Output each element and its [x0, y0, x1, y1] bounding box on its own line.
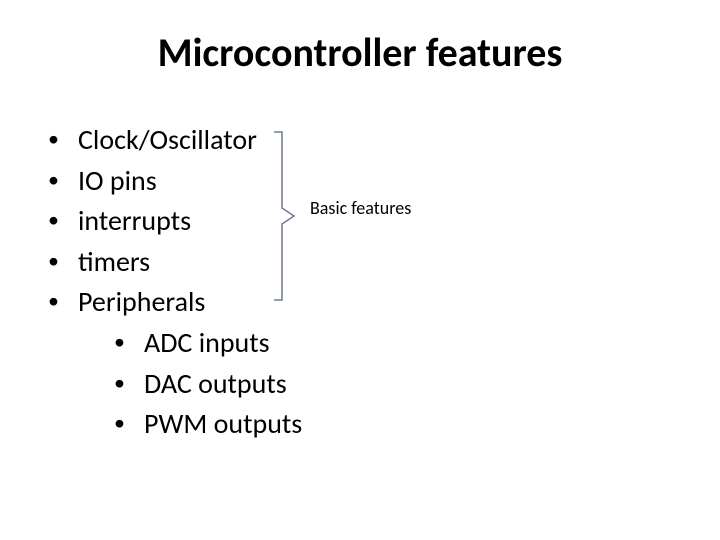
bullet-peripherals: Peripherals ADC inputs DAC outputs PWM o…	[48, 282, 302, 444]
slide-title: Microcontroller features	[0, 28, 720, 77]
bracket-icon	[272, 130, 296, 302]
bullet-timers: timers	[48, 242, 302, 283]
peripherals-sublist: ADC inputs DAC outputs PWM outputs	[78, 323, 302, 445]
subbullet-dac-outputs: DAC outputs	[114, 364, 302, 405]
bullet-io-pins: IO pins	[48, 161, 302, 202]
main-bullet-list: Clock/Oscillator IO pins interrupts time…	[48, 120, 302, 445]
annotation-basic-features: Basic features	[310, 197, 411, 219]
bullet-interrupts: interrupts	[48, 201, 302, 242]
bullet-peripherals-label: Peripherals	[78, 284, 205, 319]
bullet-clock-oscillator: Clock/Oscillator	[48, 120, 302, 161]
subbullet-adc-inputs: ADC inputs	[114, 323, 302, 364]
subbullet-pwm-outputs: PWM outputs	[114, 404, 302, 445]
